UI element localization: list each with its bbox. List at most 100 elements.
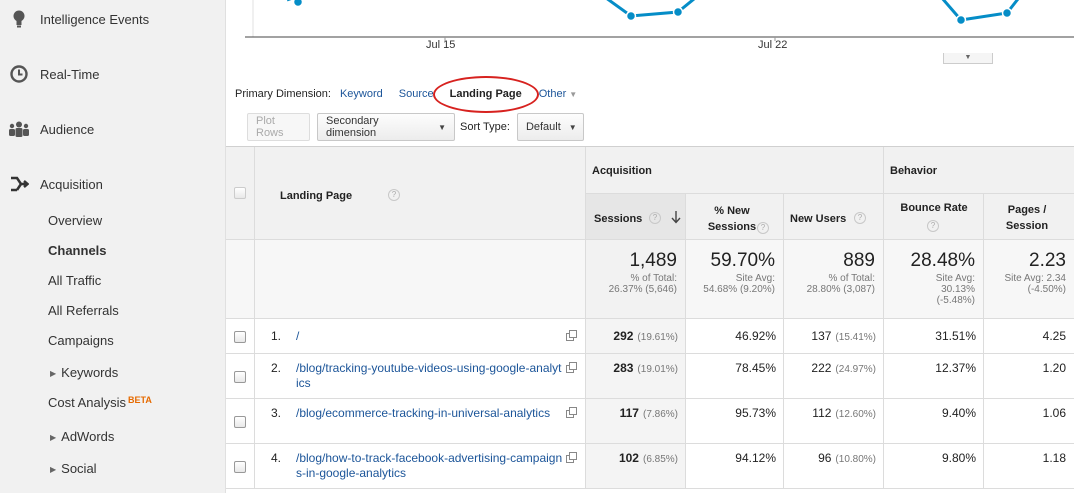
new-users-value: 222 (24.97%) <box>811 361 876 375</box>
sessions-line <box>941 0 1020 22</box>
nav-label: Intelligence Events <box>40 11 150 27</box>
nav-sub-label: Social <box>61 461 97 476</box>
help-icon[interactable]: ? <box>388 189 400 201</box>
chart-collapse-toggle[interactable]: ▼ <box>943 53 993 64</box>
landing-page-link[interactable]: /blog/tracking-youtube-videos-using-goog… <box>296 361 564 391</box>
totals-sub-line: 54.68% (9.20%) <box>703 284 775 295</box>
nav-audience[interactable]: Audience <box>0 114 226 144</box>
new-users-percent: (10.80%) <box>835 454 876 465</box>
clock-icon <box>4 63 34 85</box>
totals-pct-new-sessions: 59.70% Site Avg: 54.68% (9.20%) <box>686 240 784 319</box>
pages-session-value: 4.25 <box>1042 328 1066 343</box>
help-icon[interactable]: ? <box>649 212 661 224</box>
new-users-header[interactable]: New Users ? <box>784 194 884 240</box>
open-page-external-icon[interactable] <box>566 407 577 418</box>
secondary-dimension-dropdown[interactable]: Secondary dimension ▼ <box>317 113 455 141</box>
sessions-header[interactable]: Sessions ? <box>586 194 686 240</box>
new-users-count: 137 <box>811 328 832 343</box>
row-checkbox[interactable] <box>234 330 246 343</box>
nav-intelligence-events[interactable]: Intelligence Events <box>0 4 226 34</box>
sessions-percent: (6.85%) <box>642 454 678 465</box>
nav-campaigns[interactable]: Campaigns <box>48 333 114 348</box>
pct-new-sessions-value: 94.12% <box>735 451 776 465</box>
nav-acquisition[interactable]: Acquisition <box>0 169 226 199</box>
landing-page-link[interactable]: /blog/how-to-track-facebook-advertising-… <box>296 451 564 481</box>
pages-session-value: 1.18 <box>1042 451 1066 465</box>
nav-adwords[interactable]: ▶ AdWords <box>50 429 114 444</box>
new-users-value: 96 (10.80%) <box>818 451 876 465</box>
totals-sub-line: Site Avg: 2.34 <box>1004 273 1066 284</box>
pages-session-value: 1.06 <box>1042 406 1066 420</box>
sort-type-dropdown[interactable]: Default ▼ <box>516 113 584 141</box>
nav-cost-analysis[interactable]: Cost Analysis BETA <box>48 395 152 410</box>
totals-sub-line: (-5.48%) <box>936 295 975 306</box>
dimension-other-dropdown[interactable]: Other ▼ <box>539 88 577 100</box>
bounce-rate-value: 31.51% <box>935 328 976 343</box>
totals-sub-line: 28.80% (3,087) <box>806 284 875 295</box>
nav-all-referrals[interactable]: All Referrals <box>48 303 119 318</box>
select-all-checkbox[interactable] <box>234 187 246 199</box>
dimension-keyword-link[interactable]: Keyword <box>340 88 383 100</box>
landing-page-header[interactable]: Landing Page ? <box>255 147 586 240</box>
totals-sub-line: Site Avg: <box>935 273 975 284</box>
row-number: 2. <box>271 361 282 375</box>
totals-sub-line: % of Total: <box>630 273 677 284</box>
pages-session-value: 1.20 <box>1042 361 1066 375</box>
totals-pct-new-sessions-sub: Site Avg: 54.68% (9.20%) <box>703 273 775 295</box>
open-page-external-icon[interactable] <box>566 362 577 373</box>
dimension-source-link[interactable]: Source <box>399 88 434 100</box>
nav-label: Audience <box>40 121 95 137</box>
help-icon[interactable]: ? <box>757 222 769 234</box>
chart-point <box>672 6 684 18</box>
behavior-group-label: Behavior <box>890 165 938 177</box>
totals-sessions: 1,489 % of Total: 26.37% (5,646) <box>586 240 686 319</box>
nav-all-traffic[interactable]: All Traffic <box>48 273 101 288</box>
new-users-count: 222 <box>811 361 832 375</box>
help-icon[interactable]: ? <box>854 212 866 224</box>
landing-page-link[interactable]: /blog/ecommerce-tracking-in-universal-an… <box>296 406 564 421</box>
chart-point <box>955 14 967 26</box>
pages-session-header[interactable]: Pages / Session <box>984 194 1074 240</box>
totals-sub-line: Site Avg: <box>735 273 775 284</box>
totals-pages-session-value: 2.23 <box>1029 250 1066 271</box>
new-users-count: 96 <box>818 451 832 465</box>
totals-new-users: 889 % of Total: 28.80% (3,087) <box>784 240 884 319</box>
row-number: 1. <box>271 328 282 343</box>
row-checkbox[interactable] <box>234 460 246 473</box>
sessions-line <box>606 0 696 18</box>
totals-sub-line: % of Total: <box>828 273 875 284</box>
pct-new-sessions-header[interactable]: % New Sessions ? <box>686 194 784 240</box>
new-users-header-label: New Users <box>790 213 847 225</box>
row-checkbox[interactable] <box>234 415 246 428</box>
new-users-value: 112 (12.60%) <box>812 406 876 420</box>
totals-sub-line: (-4.50%) <box>1027 284 1066 295</box>
chart-point <box>1001 7 1013 19</box>
nav-keywords[interactable]: ▶ Keywords <box>50 365 118 380</box>
plot-rows-button[interactable]: Plot Rows <box>247 113 310 141</box>
landing-page-link[interactable]: / <box>296 329 564 344</box>
nav-overview[interactable]: Overview <box>48 213 102 228</box>
nav-real-time[interactable]: Real-Time <box>0 59 226 89</box>
open-page-external-icon[interactable] <box>566 329 577 341</box>
totals-sessions-sub: % of Total: 26.37% (5,646) <box>609 273 677 295</box>
date-tick-label: Jul 15 <box>426 39 456 51</box>
sessions-value: 292 (19.61%) <box>613 329 678 343</box>
nav-channels[interactable]: Channels <box>48 243 107 258</box>
help-icon[interactable]: ? <box>927 220 939 232</box>
nav-sub-label: Campaigns <box>48 333 114 348</box>
open-page-external-icon[interactable] <box>566 452 577 463</box>
nav-sub-label: Channels <box>48 243 107 258</box>
sidebar: Intelligence Events Real-Time Audience A… <box>0 0 226 493</box>
bounce-rate-header[interactable]: Bounce Rate ? <box>884 194 984 240</box>
nav-social[interactable]: ▶ Social <box>50 461 97 476</box>
acquisition-group-header: Acquisition <box>586 147 884 194</box>
totals-bounce-rate: 28.48% Site Avg: 30.13% (-5.48%) <box>884 240 984 319</box>
beta-badge: BETA <box>128 395 152 405</box>
sort-type-label: Sort Type: <box>460 121 510 133</box>
nav-sub-label: All Referrals <box>48 303 119 318</box>
row-checkbox[interactable] <box>234 370 246 383</box>
landing-page-table: Landing Page ? Acquisition Behavior Sess… <box>226 146 1074 493</box>
totals-new-users-sub: % of Total: 28.80% (3,087) <box>807 273 875 295</box>
bounce-rate-value: 9.80% <box>941 451 976 465</box>
sessions-count: 117 <box>619 406 639 420</box>
